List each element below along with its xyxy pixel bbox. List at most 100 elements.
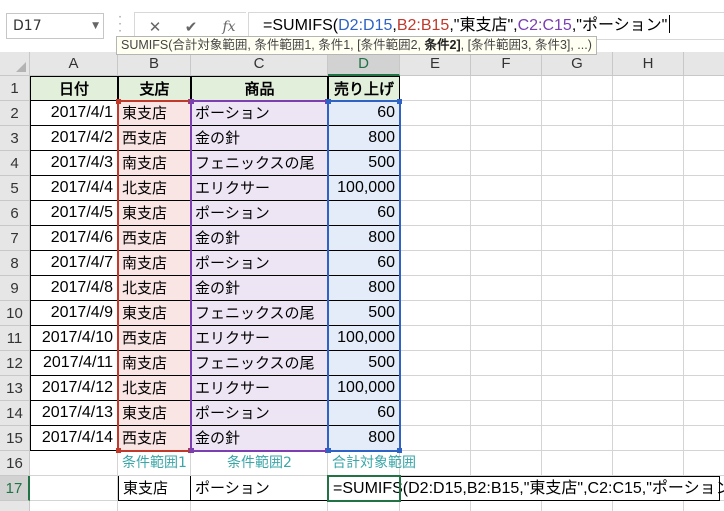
empty-cell[interactable] <box>471 376 542 401</box>
empty-cell[interactable] <box>613 151 684 176</box>
empty-cell[interactable] <box>400 151 471 176</box>
row-header-8[interactable]: 8 <box>0 251 30 276</box>
empty-cell[interactable] <box>471 351 542 376</box>
cell-sales[interactable]: 800 <box>328 426 400 451</box>
cell-branch[interactable]: 西支店 <box>118 126 191 151</box>
cell-sales[interactable]: 60 <box>328 201 400 226</box>
empty-cell[interactable] <box>542 176 613 201</box>
cell-branch[interactable]: 東支店 <box>118 101 191 126</box>
cell-criteria2[interactable]: ポーション <box>191 476 328 501</box>
header-date[interactable]: 日付 <box>30 76 118 101</box>
empty-cell[interactable] <box>400 501 471 511</box>
cell-branch[interactable]: 北支店 <box>118 376 191 401</box>
row-header-3[interactable]: 3 <box>0 126 30 151</box>
cell-sales[interactable]: 100,000 <box>328 326 400 351</box>
cell-sales[interactable]: 800 <box>328 126 400 151</box>
cell-sales[interactable]: 60 <box>328 101 400 126</box>
cell-branch[interactable]: 東支店 <box>118 301 191 326</box>
row-header-5[interactable]: 5 <box>0 176 30 201</box>
column-header-c[interactable]: C <box>191 52 328 76</box>
cell-date[interactable]: 2017/4/9 <box>30 301 118 326</box>
column-header-f[interactable]: F <box>471 52 542 76</box>
cell-branch[interactable]: 東支店 <box>118 401 191 426</box>
empty-cell[interactable] <box>471 101 542 126</box>
label-sum-range[interactable]: 合計対象範囲 <box>328 451 416 476</box>
cell-date[interactable]: 2017/4/1 <box>30 101 118 126</box>
header-branch[interactable]: 支店 <box>118 76 191 101</box>
cell-product[interactable]: 金の針 <box>191 226 328 251</box>
header-product[interactable]: 商品 <box>191 76 328 101</box>
cell-branch[interactable]: 西支店 <box>118 226 191 251</box>
empty-cell[interactable] <box>613 351 684 376</box>
row-header-15[interactable]: 15 <box>0 426 30 451</box>
row-header-2[interactable]: 2 <box>0 101 30 126</box>
empty-cell[interactable] <box>613 501 684 511</box>
empty-cell[interactable] <box>400 376 471 401</box>
cell-date[interactable]: 2017/4/10 <box>30 326 118 351</box>
column-header-a[interactable]: A <box>30 52 118 76</box>
cancel-icon[interactable]: ✕ <box>143 17 167 37</box>
empty-cell[interactable] <box>471 201 542 226</box>
empty-cell[interactable] <box>400 426 471 451</box>
row-header-10[interactable]: 10 <box>0 301 30 326</box>
empty-cell[interactable] <box>613 451 684 476</box>
empty-cell[interactable] <box>542 101 613 126</box>
row-header-12[interactable]: 12 <box>0 351 30 376</box>
cell-sales[interactable]: 500 <box>328 151 400 176</box>
empty-cell[interactable] <box>542 501 613 511</box>
empty-cell[interactable] <box>30 451 118 476</box>
name-box[interactable]: D17 ▼ <box>6 13 104 39</box>
cell-product[interactable]: フェニックスの尾 <box>191 351 328 376</box>
column-header-h[interactable]: H <box>613 52 684 76</box>
enter-icon[interactable]: ✔ <box>179 17 203 37</box>
empty-cell[interactable] <box>542 226 613 251</box>
empty-cell[interactable] <box>613 276 684 301</box>
cell-date[interactable]: 2017/4/14 <box>30 426 118 451</box>
empty-cell[interactable] <box>30 501 118 511</box>
row-header-1[interactable]: 1 <box>0 76 30 101</box>
cell-date[interactable]: 2017/4/6 <box>30 226 118 251</box>
empty-cell[interactable] <box>613 126 684 151</box>
cell-date[interactable]: 2017/4/12 <box>30 376 118 401</box>
empty-cell[interactable] <box>471 76 542 101</box>
cell-date[interactable]: 2017/4/3 <box>30 151 118 176</box>
empty-cell[interactable] <box>542 201 613 226</box>
row-header-4[interactable]: 4 <box>0 151 30 176</box>
empty-cell[interactable] <box>471 326 542 351</box>
empty-cell[interactable] <box>613 326 684 351</box>
empty-cell[interactable] <box>613 426 684 451</box>
cell-sales[interactable]: 500 <box>328 301 400 326</box>
empty-cell[interactable] <box>400 176 471 201</box>
row-header-13[interactable]: 13 <box>0 376 30 401</box>
empty-cell[interactable] <box>400 326 471 351</box>
empty-cell[interactable] <box>471 151 542 176</box>
row-header-17[interactable]: 17 <box>0 476 30 501</box>
cell-date[interactable]: 2017/4/5 <box>30 201 118 226</box>
cell-product[interactable]: エリクサー <box>191 376 328 401</box>
cell-formula-editing[interactable]: =SUMIFS(D2:D15,B2:B15,"東支店",C2:C15,"ポーショ… <box>328 476 724 501</box>
empty-cell[interactable] <box>471 401 542 426</box>
empty-cell[interactable] <box>471 501 542 511</box>
empty-cell[interactable] <box>542 376 613 401</box>
empty-cell[interactable] <box>400 276 471 301</box>
empty-cell[interactable] <box>542 251 613 276</box>
empty-cell[interactable] <box>542 276 613 301</box>
empty-cell[interactable] <box>471 301 542 326</box>
cell-criteria1[interactable]: 東支店 <box>118 476 191 501</box>
chevron-down-icon[interactable]: ▼ <box>92 14 99 38</box>
column-header-b[interactable]: B <box>118 52 191 76</box>
empty-cell[interactable] <box>613 251 684 276</box>
header-sales[interactable]: 売り上げ <box>328 76 400 101</box>
cell-sales[interactable]: 500 <box>328 351 400 376</box>
cell-branch[interactable]: 西支店 <box>118 426 191 451</box>
column-header-d[interactable]: D <box>328 52 400 76</box>
cell-sales[interactable]: 800 <box>328 276 400 301</box>
empty-cell[interactable] <box>400 226 471 251</box>
row-header-6[interactable]: 6 <box>0 201 30 226</box>
cell-date[interactable]: 2017/4/7 <box>30 251 118 276</box>
cell-product[interactable]: ポーション <box>191 201 328 226</box>
cell-product[interactable]: フェニックスの尾 <box>191 151 328 176</box>
empty-cell[interactable] <box>542 301 613 326</box>
empty-cell[interactable] <box>471 451 542 476</box>
cell-branch[interactable]: 西支店 <box>118 326 191 351</box>
